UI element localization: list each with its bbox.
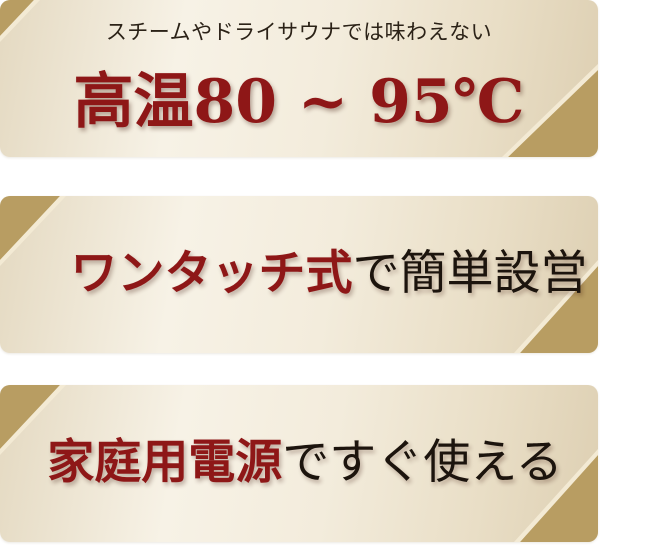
feature-banner-stack: スチームやドライサウナでは味わえない 高温80 ~ 95℃ ワンタッチ式で簡単設… [0, 0, 646, 545]
temperature-headline: 高温80 ~ 95℃ [73, 67, 525, 137]
feature-banner-household-power: 家庭用電源ですぐ使える [0, 385, 598, 542]
feature-banner-one-touch: ワンタッチ式で簡単設営 [0, 196, 598, 353]
household-power-text: 家庭用電源ですぐ使える [6, 433, 598, 493]
one-touch-rest: で簡単設営 [352, 246, 588, 301]
one-touch-highlight: ワンタッチ式 [70, 246, 353, 301]
household-power-highlight: 家庭用電源 [47, 435, 283, 490]
feature-banner-temperature: スチームやドライサウナでは味わえない 高温80 ~ 95℃ [0, 0, 598, 157]
temperature-subtitle: スチームやドライサウナでは味わえない [105, 20, 493, 44]
household-power-rest: ですぐ使える [282, 435, 563, 490]
one-touch-text: ワンタッチ式で簡単設営 [30, 244, 598, 304]
